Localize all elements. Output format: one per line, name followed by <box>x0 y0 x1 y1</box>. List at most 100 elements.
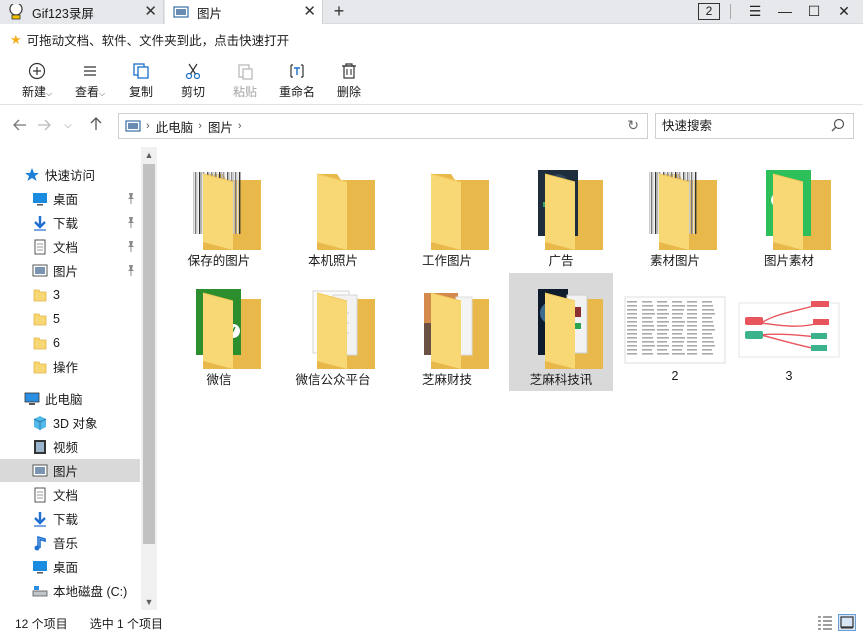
image-file-item[interactable]: 3 <box>737 273 841 391</box>
details-view-button[interactable] <box>816 614 834 631</box>
file-name: 广告 <box>548 254 574 268</box>
sidebar-item[interactable]: 图片 <box>0 459 140 482</box>
folder-icon <box>281 164 385 250</box>
folder-item[interactable]: 芝麻财技 <box>395 273 499 391</box>
close-icon[interactable]: ✕ <box>303 3 316 21</box>
desktop-icon <box>32 191 48 207</box>
chevron-right-icon: › <box>237 120 242 132</box>
sidebar-item-label: 图片 <box>53 465 79 479</box>
sidebar-scrollbar[interactable]: ▲ ▼ <box>141 147 157 610</box>
rename-button[interactable]: 重命名 <box>273 61 321 100</box>
folder-icon <box>395 164 499 250</box>
scroll-down-icon[interactable]: ▼ <box>141 594 157 610</box>
back-button[interactable] <box>10 115 30 137</box>
cut-button[interactable]: 剪切 <box>169 61 217 100</box>
new-button[interactable]: 新建⌵ <box>13 61 61 100</box>
tab-title: Gif123录屏 <box>32 6 94 21</box>
sidebar-item[interactable]: 3D 对象 <box>0 411 140 434</box>
folder-item[interactable]: 工作图片 <box>395 154 499 272</box>
address-bar[interactable]: › 此电脑 › 图片 › ↻ <box>118 113 648 139</box>
sidebar-item-label: 下载 <box>53 217 79 231</box>
scrollbar-thumb[interactable] <box>143 164 155 544</box>
sidebar-item[interactable]: 6 <box>0 331 140 354</box>
pin-icon[interactable] <box>126 264 136 279</box>
file-name: 素材图片 <box>649 254 700 268</box>
large-icons-view-button[interactable] <box>838 614 856 631</box>
sidebar-item[interactable]: 桌面 <box>0 555 140 578</box>
pin-icon[interactable] <box>126 192 136 207</box>
tab-gif123[interactable]: Gif123录屏 ✕ <box>0 0 164 24</box>
sidebar-item-label: 下载 <box>53 513 79 527</box>
sidebar-item[interactable]: 快速访问 <box>0 163 140 186</box>
video-icon <box>32 439 48 455</box>
sidebar-item[interactable]: 3 <box>0 283 140 306</box>
folder-icon <box>281 283 385 369</box>
folder-item[interactable]: 微信公众平台 <box>281 273 385 391</box>
star-icon <box>24 167 40 183</box>
tab-pictures[interactable]: 图片 ✕ <box>165 0 323 24</box>
folder-icon <box>737 164 841 250</box>
sidebar-item[interactable]: 此电脑 <box>0 387 140 410</box>
recent-locations-button[interactable]: ⌵ <box>58 115 78 137</box>
file-name: 工作图片 <box>421 254 472 268</box>
pin-icon[interactable] <box>126 216 136 231</box>
folder-icon <box>32 287 48 303</box>
folder-item[interactable]: 保存的图片 <box>167 154 271 272</box>
sidebar-item[interactable]: 音乐 <box>0 531 140 554</box>
up-button[interactable] <box>86 115 106 137</box>
delete-label: 删除 <box>336 85 361 99</box>
copy-button[interactable]: 复制 <box>117 61 165 100</box>
view-button[interactable]: 查看⌵ <box>66 61 114 100</box>
sidebar-item[interactable]: 文档 <box>0 235 140 258</box>
search-input[interactable] <box>662 119 822 133</box>
close-window-button[interactable]: ✕ <box>830 0 858 24</box>
quick-access-hint-bar[interactable]: ★ 可拖动文档、软件、文件夹到此，点击快速打开 <box>0 25 863 54</box>
breadcrumb-this-pc[interactable]: 此电脑 <box>156 117 194 136</box>
sidebar-item[interactable]: 5 <box>0 307 140 330</box>
sidebar-item[interactable]: 下载 <box>0 507 140 530</box>
folder-item[interactable]: 本机照片 <box>281 154 385 272</box>
maximize-button[interactable]: ☐ <box>800 0 828 24</box>
folder-item[interactable]: 素材图片 <box>623 154 727 272</box>
3d-objects-icon <box>32 415 48 431</box>
pictures-folder-icon <box>173 6 189 18</box>
delete-button[interactable]: 删除 <box>325 61 373 100</box>
sidebar-item[interactable]: 视频 <box>0 435 140 458</box>
chevron-right-icon: › <box>198 120 202 132</box>
search-icon[interactable] <box>831 118 845 132</box>
new-label: 新建 <box>21 85 46 99</box>
file-name: 芝麻财技 <box>421 373 472 387</box>
breadcrumb-pictures[interactable]: 图片 <box>208 117 233 136</box>
desktop-icon <box>32 559 48 575</box>
image-file-item[interactable]: 2 <box>623 273 727 391</box>
arrow-up-icon <box>90 117 102 130</box>
sidebar-item[interactable]: 桌面 <box>0 187 140 210</box>
folder-icon <box>509 164 613 250</box>
sidebar-item[interactable]: 本地磁盘 (C:) <box>0 579 140 602</box>
forward-button[interactable] <box>34 115 54 137</box>
folder-item[interactable]: 微信 <box>167 273 271 391</box>
sidebar-item[interactable]: 图片 <box>0 259 140 282</box>
folder-item[interactable]: 广告 <box>509 154 613 272</box>
sidebar-item[interactable]: 文档 <box>0 483 140 506</box>
sidebar-item-label: 图片 <box>53 265 79 279</box>
menu-icon[interactable]: ☰ <box>741 0 769 24</box>
file-name: 微信 <box>206 373 232 387</box>
close-icon[interactable]: ✕ <box>144 3 157 21</box>
sidebar-item-label: 文档 <box>53 241 79 255</box>
pin-icon[interactable] <box>126 240 136 255</box>
sidebar-item-label: 操作 <box>53 361 79 375</box>
scroll-up-icon[interactable]: ▲ <box>141 147 157 163</box>
folder-item[interactable]: 芝麻科技讯 <box>509 273 613 391</box>
sidebar-item[interactable]: 操作 <box>0 355 140 378</box>
refresh-icon[interactable]: ↻ <box>627 117 639 134</box>
tab-count-badge[interactable]: 2 <box>698 3 720 20</box>
cut-label: 剪切 <box>180 85 205 99</box>
search-box[interactable] <box>655 113 854 139</box>
paste-button[interactable]: 粘贴 <box>221 61 269 100</box>
sidebar-item[interactable]: 下载 <box>0 211 140 234</box>
sidebar-item-label: 音乐 <box>53 537 79 551</box>
minimize-button[interactable]: — <box>771 0 799 24</box>
folder-item[interactable]: 图片素材 <box>737 154 841 272</box>
new-tab-button[interactable]: + <box>328 0 350 24</box>
